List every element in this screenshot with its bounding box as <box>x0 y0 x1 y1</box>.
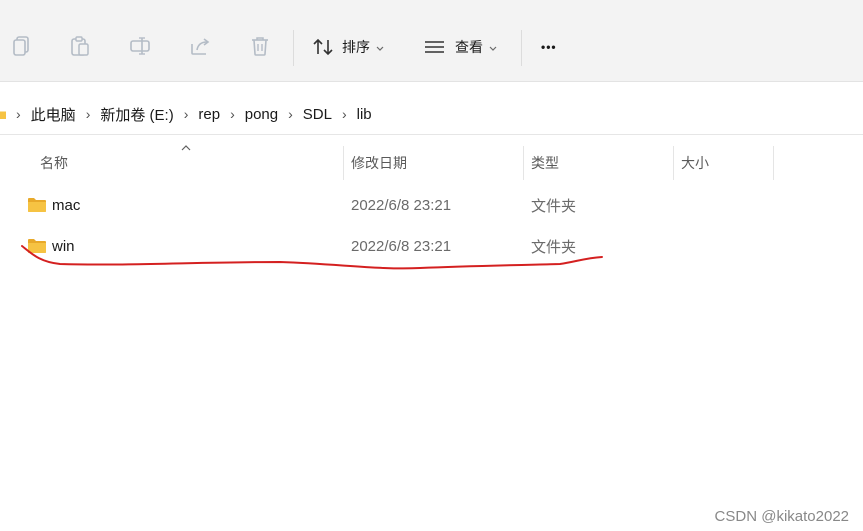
watermark: CSDN @kikato2022 <box>714 508 849 525</box>
red-underline-annotation <box>21 245 603 270</box>
